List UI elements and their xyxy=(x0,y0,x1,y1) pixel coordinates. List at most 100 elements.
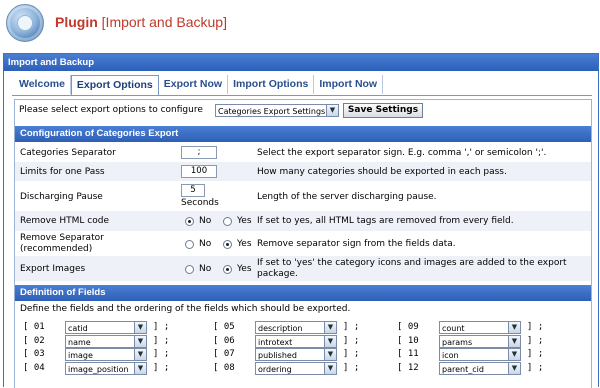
radio-yes-label: Yes xyxy=(237,239,252,249)
field-select[interactable]: name ▼ xyxy=(65,334,147,348)
field-select[interactable]: description ▼ xyxy=(255,321,337,334)
field-number: [ 09 xyxy=(397,322,419,332)
config-row-desc: Select the export separator sign. E.g. c… xyxy=(257,148,547,158)
tab-welcome[interactable]: Welcome xyxy=(14,75,71,94)
export-options-select[interactable]: Categories Export Settings ▼ xyxy=(215,104,339,117)
chevron-down-icon: ▼ xyxy=(326,105,338,116)
tab-export-now[interactable]: Export Now xyxy=(159,75,229,94)
tab-bar: Welcome Export Options Export Now Import… xyxy=(14,75,384,96)
field-number: [ 08 xyxy=(213,362,235,373)
export-options-panel: Please select export options to configur… xyxy=(14,99,592,388)
chevron-down-icon: ▼ xyxy=(508,349,520,360)
field-select[interactable]: image_position ▼ xyxy=(65,361,147,375)
field-number: [ 07 xyxy=(213,349,235,359)
field-select-value: icon xyxy=(442,351,459,360)
radio-no-label: No xyxy=(199,264,212,274)
field-number: [ 05 xyxy=(213,322,235,332)
field-slot: [ 04 image_position ▼] ; xyxy=(23,361,203,375)
field-select[interactable]: catid ▼ xyxy=(65,321,147,334)
fields-grid: [ 01 catid ▼] ;[ 02 name ▼] ;[ 03 image ▼] ;[ … xyxy=(15,319,591,387)
field-slot: [ 03 image ▼] ; xyxy=(23,348,203,361)
window-title: Import and Backup xyxy=(4,54,598,71)
chevron-down-icon: ▼ xyxy=(134,362,146,374)
config-row-export-images: Export Images No Yes If set to 'yes' the… xyxy=(15,256,591,281)
fields-section-title: Definition of Fields xyxy=(15,285,591,301)
field-select[interactable]: ordering ▼ xyxy=(255,361,337,375)
config-row-label: Limits for one Pass xyxy=(20,167,105,177)
radio-yes-label: Yes xyxy=(237,216,252,226)
field-select[interactable]: params ▼ xyxy=(439,334,521,348)
field-close-bracket: ] ; xyxy=(343,349,360,359)
field-select[interactable]: parent_cid ▼ xyxy=(439,361,521,375)
plugin-logo-icon xyxy=(6,4,44,42)
field-number: [ 06 xyxy=(213,335,235,346)
field-slot: [ 12 parent_cid ▼] ; xyxy=(397,361,577,375)
save-settings-button[interactable]: Save Settings xyxy=(343,103,423,118)
field-number: [ 04 xyxy=(23,362,45,373)
options-selector-row: Please select export options to configur… xyxy=(15,100,591,120)
export-images-no-radio[interactable] xyxy=(185,265,194,274)
chevron-down-icon: ▼ xyxy=(324,362,336,374)
pause-unit-label: Seconds xyxy=(181,198,219,208)
chevron-down-icon: ▼ xyxy=(508,335,520,347)
field-select[interactable]: count ▼ xyxy=(439,321,521,334)
tab-divider xyxy=(12,95,592,96)
field-close-bracket: ] ; xyxy=(153,335,170,346)
remove-html-no-radio[interactable] xyxy=(185,217,194,226)
tab-import-options[interactable]: Import Options xyxy=(228,75,315,94)
config-row-label: Categories Separator xyxy=(20,148,116,158)
field-close-bracket: ] ; xyxy=(153,322,170,332)
field-number: [ 03 xyxy=(23,349,45,359)
chevron-down-icon: ▼ xyxy=(324,322,336,333)
remove-separator-yes-radio[interactable] xyxy=(223,240,232,249)
field-select[interactable]: icon ▼ xyxy=(439,348,521,361)
app-header: Plugin [Import and Backup] xyxy=(0,0,600,46)
field-number: [ 02 xyxy=(23,335,45,346)
field-close-bracket: ] ; xyxy=(527,335,544,346)
fields-intro-row: Define the fields and the ordering of th… xyxy=(15,302,591,316)
radio-no-label: No xyxy=(199,216,212,226)
config-row-limits: Limits for one Pass 100 How many categor… xyxy=(15,162,591,181)
field-close-bracket: ] ; xyxy=(343,362,360,373)
field-number: [ 11 xyxy=(397,349,419,359)
tab-export-options[interactable]: Export Options xyxy=(70,75,159,96)
config-row-desc: Length of the server discharging pause. xyxy=(257,192,437,202)
chevron-down-icon: ▼ xyxy=(134,335,146,347)
field-slot: [ 08 ordering ▼ ] ; xyxy=(213,361,393,375)
chevron-down-icon: ▼ xyxy=(508,322,520,333)
config-row-desc: Remove separator sign from the fields da… xyxy=(257,239,456,249)
pause-input[interactable]: 5 xyxy=(181,184,205,197)
field-select-value: published xyxy=(258,351,297,360)
config-row-desc: If set to 'yes' the category icons and i… xyxy=(257,258,567,279)
remove-separator-no-radio[interactable] xyxy=(185,240,194,249)
export-images-yes-radio[interactable] xyxy=(223,265,232,274)
field-select[interactable]: image ▼ xyxy=(65,348,147,361)
chevron-down-icon: ▼ xyxy=(324,349,336,360)
remove-html-yes-radio[interactable] xyxy=(223,217,232,226)
config-row-remove-separator: Remove Separator (recommended) No Yes Re… xyxy=(15,231,591,256)
field-select-value: image xyxy=(68,351,93,360)
tab-import-now[interactable]: Import Now xyxy=(314,75,384,94)
field-select-value: params xyxy=(442,337,473,347)
app-title-sub: [Import and Backup] xyxy=(101,14,227,30)
field-select[interactable]: published ▼ xyxy=(255,348,337,361)
config-row-label: Discharging Pause xyxy=(20,192,103,202)
field-select-value: name xyxy=(68,337,91,347)
import-backup-window: Import and Backup Welcome Export Options… xyxy=(3,53,599,388)
separator-input[interactable]: ; xyxy=(181,146,217,159)
selector-label: Please select export options to configur… xyxy=(19,105,203,115)
limits-input[interactable]: 100 xyxy=(181,165,217,178)
field-select-value: parent_cid xyxy=(442,364,484,374)
field-select-value: image_position xyxy=(68,364,129,374)
field-slot: [ 09 count ▼ ] ; xyxy=(397,321,577,334)
field-slot: [ 10 params ▼] ; xyxy=(397,334,577,348)
field-close-bracket: ] ; xyxy=(527,322,544,332)
radio-yes-label: Yes xyxy=(237,264,252,274)
field-close-bracket: ] ; xyxy=(343,322,360,332)
field-select[interactable]: introtext ▼ xyxy=(255,334,337,348)
field-select-value: catid xyxy=(68,324,88,333)
field-select-value: count xyxy=(442,324,465,333)
field-select-value: ordering xyxy=(258,364,292,374)
field-slot: [ 06 introtext ▼] ; xyxy=(213,334,393,348)
field-close-bracket: ] ; xyxy=(527,362,544,373)
